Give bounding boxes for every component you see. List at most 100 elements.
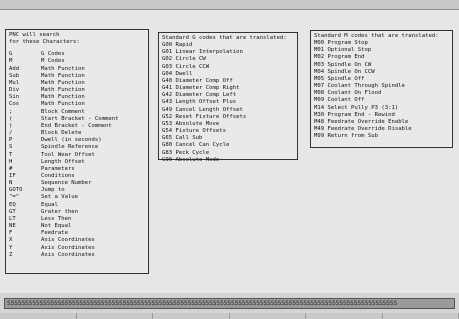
character-description: Block Delete [41,130,82,137]
bottom-tab[interactable] [153,313,230,319]
character-code: T [9,151,13,158]
character-row: (Start Bracket - Comment [9,116,145,123]
character-row: IF Conditions [9,173,145,180]
g-code-line: G02 Circle CW [162,56,206,63]
g-code-line: G52 Reset Fixture Offsets [162,113,247,120]
character-description: G Codes [41,51,65,58]
character-code: F [9,230,13,237]
character-description: Less Then [41,215,72,222]
character-description: Conditions [41,172,75,179]
character-description: Spindle Reference [41,144,99,151]
g-code-line: G01 Linear Interpolation [162,49,243,56]
g-codes-panel: Standard G codes that are translated: G0… [158,32,298,163]
character-description: Block Comment [41,108,85,115]
character-code: # [9,165,13,172]
character-code: Mul [9,79,20,86]
character-description: Axis Coordinates [41,237,95,244]
character-row: EQ Equal [9,202,145,209]
character-code: GT [9,208,16,215]
character-description: Axis Coordinates [41,244,95,251]
m-code-line: M08 Coolant On Flood [314,90,382,97]
character-row: Sin Math Function [9,94,145,101]
status-bar: SSSSSSSSSSSSSSSSSSSSSSSSSSSSSSSSSSSSSSSS… [4,298,455,309]
character-row: # Parameters [9,166,145,173]
character-description: Math Function [41,87,85,94]
bottom-tab[interactable] [76,313,153,319]
character-code: S [9,144,13,151]
m-code-line: M99 Return from Sub [314,133,378,140]
character-code: Sin [9,94,20,101]
character-row: X Axis Coordinates [9,237,145,244]
panel-title-line: PNC will search [9,32,60,38]
character-description: Math Function [41,101,85,108]
g-code-line: G00 Rapid [162,42,193,49]
character-description: End Bracket - Comment [41,122,112,129]
g-code-line: G03 Circle CCW [162,63,210,70]
character-row: M M Codes [9,58,145,65]
character-row: ) End Bracket - Comment [9,123,145,130]
character-row: T Tool Wear Offset [9,152,145,159]
top-toolbar [0,0,459,10]
character-row: P Dwell (in seconds) [9,137,145,144]
character-row: NE Not Equal [9,223,145,230]
character-code: IF [9,172,16,179]
g-code-line: G65 Call Sub [162,135,203,142]
character-row: G G Codes [9,51,145,58]
g-code-line: G54 Fixture Offsets [162,128,226,135]
character-code: H [9,158,13,165]
m-codes-panel: Standard M codes that are translated: M0… [310,30,453,148]
m-code-line: M00 Program Stop [314,40,368,47]
character-row: Cos Math Function [9,101,145,108]
bottom-tab[interactable] [306,313,383,319]
m-code-line: M03 Spindle On CW [314,61,372,68]
character-row: Div Math Function [9,87,145,94]
character-code: N [9,180,13,187]
character-description: Jump to [41,187,65,194]
character-description: Math Function [41,72,85,79]
character-code: Add [9,65,20,72]
g-code-line: G53 Absolute Move [162,120,220,127]
character-code: X [9,237,13,244]
character-row: ; Block Comment [9,109,145,116]
panel-title-line: for these Characters: [9,39,80,46]
character-code: Z [9,251,13,258]
character-code: "=" [9,194,20,201]
character-code: / [9,130,13,137]
m-code-line: M09 Coolant Off [314,97,365,104]
bottom-tab[interactable] [382,313,459,319]
m-code-line: M14 Select Pully P3 (3:1) [314,104,399,111]
character-description: M Codes [41,58,65,65]
character-code: M [9,58,13,65]
character-row: GT Grater then [9,209,145,216]
character-row: Add Math Function [9,66,145,73]
character-row: GOTO Jump to [9,187,145,194]
g-code-line: G90 Absolute Mode [162,156,220,163]
character-code: GOTO [9,187,23,194]
bottom-tab[interactable] [0,313,77,319]
panel-title: Standard G codes that are translated: [162,35,287,41]
character-row: LT Less Then [9,216,145,223]
m-codes-list: M00 Program Stop M01 Optional Stop M02 Pro… [314,40,449,140]
characters-list: G G Codes M M Codes Add Math Function Sub Math … [9,51,145,259]
character-code: EQ [9,201,16,208]
panel-title: Standard M codes that are translated: [314,33,439,39]
character-row: Z Axis Coordinates [9,252,145,259]
character-code: Y [9,244,13,251]
character-description: Parameters [41,165,75,172]
character-code: NE [9,223,16,230]
search-characters-panel: PNC will search for these Characters: GG… [5,29,149,274]
character-description: Tool Wear Offset [41,151,95,158]
character-description: Set a Value [41,194,79,201]
character-code: G [9,51,13,58]
character-description: Feedrate [41,230,68,237]
bottom-tab[interactable] [229,313,306,319]
character-description: Math Function [41,94,85,101]
character-row: F Feedrate [9,230,145,237]
g-code-line: G83 Peck Cycle [162,149,210,156]
g-codes-list: G00 Rapid G01 Linear Interpolation G02 Cir… [162,42,294,164]
m-code-line: M30 Program End - Rewind [314,111,395,118]
character-code: Sub [9,72,20,79]
character-description: Math Function [41,65,85,72]
g-code-line: G41 Diameter Comp Right [162,85,240,92]
g-code-line: G80 Cancel Can Cycle [162,142,230,149]
